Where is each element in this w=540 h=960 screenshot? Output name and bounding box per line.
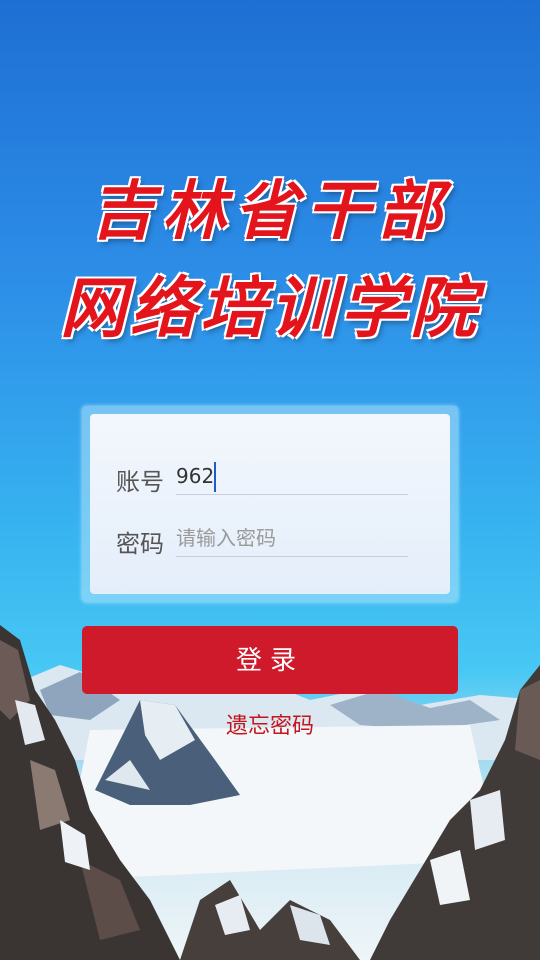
account-input[interactable] [176,458,408,495]
login-form: 账号 密码 [90,414,450,594]
account-label: 账号 [116,468,164,496]
password-row: 密码 [116,516,408,558]
login-panel: 账号 密码 [82,406,458,602]
forgot-password-link[interactable]: 遗忘密码 [0,708,540,740]
password-label: 密码 [116,530,164,558]
app-title-line1: 吉林省干部 [90,174,450,249]
login-button[interactable]: 登录 [82,626,458,694]
text-cursor [214,462,216,492]
app-title-line2: 网络培训学院 [60,269,480,347]
password-input[interactable] [176,520,408,557]
account-row: 账号 [116,454,408,496]
